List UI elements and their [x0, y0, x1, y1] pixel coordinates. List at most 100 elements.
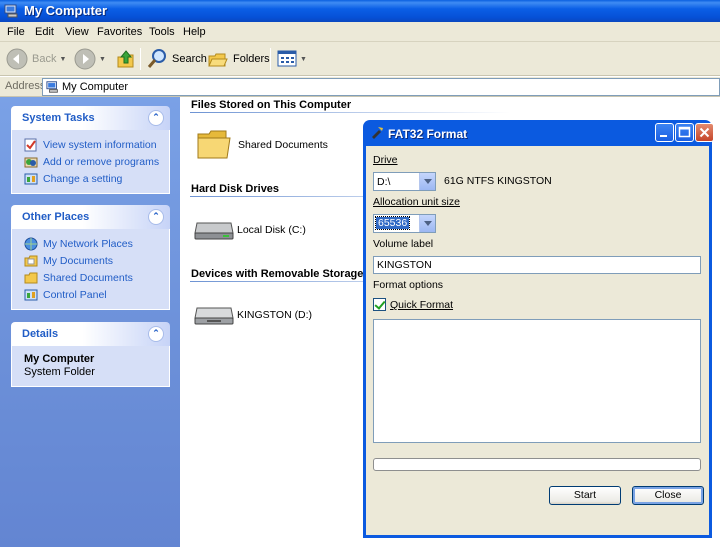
folders-button[interactable]: Folders: [207, 47, 270, 71]
menu-help[interactable]: Help: [183, 26, 206, 38]
collapse-chevron-icon[interactable]: ⌃: [148, 209, 164, 225]
group-header-removable-storage: Devices with Removable Storage: [191, 268, 364, 280]
dialog-title-bar[interactable]: FAT32 Format: [366, 120, 714, 146]
other-places-header[interactable]: Other Places ⌃: [11, 205, 170, 229]
removable-drive-icon: [194, 307, 234, 325]
item-label: Local Disk (C:): [237, 224, 306, 236]
back-button[interactable]: Back ▼: [6, 47, 66, 71]
system-tasks-panel: System Tasks ⌃ View system information A…: [11, 106, 170, 194]
add-remove-programs-icon: [24, 157, 38, 167]
quick-format-label[interactable]: Quick Format: [390, 299, 453, 311]
task-pane: System Tasks ⌃ View system information A…: [0, 97, 180, 547]
task-label: Change a setting: [43, 172, 123, 185]
back-dropdown-icon[interactable]: ▼: [59, 56, 66, 63]
views-dropdown-icon[interactable]: ▼: [300, 56, 307, 63]
collapse-chevron-icon[interactable]: ⌃: [148, 326, 164, 342]
views-button[interactable]: ▼: [277, 47, 307, 71]
item-shared-documents[interactable]: Shared Documents: [196, 128, 328, 162]
format-log-area[interactable]: [373, 319, 701, 443]
allocation-unit-size-select[interactable]: 65536: [373, 214, 436, 233]
window-title-bar[interactable]: My Computer: [0, 0, 720, 22]
drive-select-value: D:\: [377, 176, 391, 188]
details-header[interactable]: Details ⌃: [11, 322, 170, 346]
details-name: My Computer: [24, 353, 95, 365]
menu-edit[interactable]: Edit: [35, 26, 54, 38]
maximize-button[interactable]: [675, 123, 694, 142]
task-add-remove-programs[interactable]: Add or remove programs: [24, 153, 169, 170]
item-label: Shared Documents: [238, 139, 328, 151]
task-view-system-information[interactable]: View system information: [24, 136, 169, 153]
allocation-unit-size-label-text: Allocation unit size: [373, 196, 460, 208]
place-my-documents[interactable]: My Documents: [24, 252, 169, 269]
minimize-icon: [660, 135, 667, 137]
up-folder-button[interactable]: [116, 47, 136, 71]
quick-format-label-text: Quick Format: [390, 299, 454, 311]
menu-favorites[interactable]: Favorites: [97, 26, 142, 38]
place-label: My Network Places: [43, 237, 133, 250]
search-icon: [147, 49, 166, 68]
drive-label: Drive: [373, 154, 398, 166]
maximize-icon: [678, 126, 691, 138]
forward-dropdown-icon[interactable]: ▼: [99, 56, 106, 63]
address-input[interactable]: My Computer: [42, 78, 720, 96]
item-label: KINGSTON (D:): [237, 309, 313, 321]
close-icon: [699, 127, 710, 138]
minimize-button[interactable]: [655, 123, 674, 142]
toolbar-separator: [270, 48, 271, 70]
group-header-files-stored: Files Stored on This Computer: [191, 99, 352, 111]
item-kingston-d[interactable]: KINGSTON (D:): [193, 304, 312, 326]
place-shared-documents[interactable]: Shared Documents: [24, 269, 169, 286]
drive-label-text: Drive: [373, 154, 398, 166]
toolbar-separator: [140, 48, 141, 70]
menu-view[interactable]: View: [65, 26, 89, 38]
dialog-title: FAT32 Format: [388, 127, 468, 141]
menu-tools[interactable]: Tools: [149, 26, 175, 38]
other-places-title: Other Places: [22, 211, 90, 223]
chevron-down-icon[interactable]: [419, 173, 435, 190]
system-info-icon: [24, 138, 37, 151]
group-header-hard-disk-drives: Hard Disk Drives: [191, 183, 280, 195]
volume-label-value: KINGSTON: [377, 259, 432, 271]
address-bar: Address My Computer: [0, 77, 720, 97]
up-folder-icon: [117, 50, 134, 68]
format-tool-icon: [372, 127, 383, 139]
menu-file[interactable]: File: [7, 26, 25, 38]
item-local-disk-c[interactable]: Local Disk (C:): [193, 219, 306, 241]
details-title: Details: [22, 328, 59, 340]
volume-label-label: Volume label: [373, 238, 433, 250]
control-panel-icon: [24, 289, 38, 300]
close-button[interactable]: Close: [632, 486, 704, 505]
quick-format-checkbox[interactable]: [373, 298, 386, 311]
place-my-network-places[interactable]: My Network Places: [24, 235, 169, 252]
address-label: Address: [5, 80, 46, 92]
task-label: Add or remove programs: [43, 155, 160, 168]
forward-arrow-icon: [74, 48, 96, 70]
menu-bar: File Edit View Favorites Tools Help: [0, 22, 720, 42]
place-control-panel[interactable]: Control Panel: [24, 286, 169, 303]
close-window-button[interactable]: [695, 123, 714, 142]
folder-icon: [197, 130, 231, 159]
address-value: My Computer: [62, 81, 129, 93]
network-places-icon: [24, 237, 38, 250]
start-button[interactable]: Start: [549, 486, 621, 505]
other-places-panel: Other Places ⌃ My Network Places My Docu…: [11, 205, 170, 310]
allocation-unit-size-label: Allocation unit size: [373, 196, 460, 208]
place-label: Shared Documents: [43, 271, 133, 284]
folders-label: Folders: [233, 53, 270, 65]
group-divider: [190, 112, 510, 113]
volume-label-input[interactable]: KINGSTON: [373, 256, 701, 274]
drive-select[interactable]: D:\: [373, 172, 436, 191]
drive-info: 61G NTFS KINGSTON: [444, 175, 552, 187]
system-tasks-body: View system information Add or remove pr…: [11, 130, 170, 194]
back-label: Back: [32, 53, 57, 65]
forward-button[interactable]: ▼: [74, 47, 106, 71]
folders-icon: [208, 53, 228, 67]
allocation-unit-size-value: 65536: [374, 216, 411, 230]
details-panel: Details ⌃ My Computer System Folder: [11, 322, 170, 387]
my-computer-icon: [4, 4, 18, 18]
system-tasks-header[interactable]: System Tasks ⌃: [11, 106, 170, 130]
search-button[interactable]: Search: [146, 47, 207, 71]
task-change-setting[interactable]: Change a setting: [24, 170, 169, 187]
chevron-down-icon[interactable]: [419, 215, 435, 232]
collapse-chevron-icon[interactable]: ⌃: [148, 110, 164, 126]
